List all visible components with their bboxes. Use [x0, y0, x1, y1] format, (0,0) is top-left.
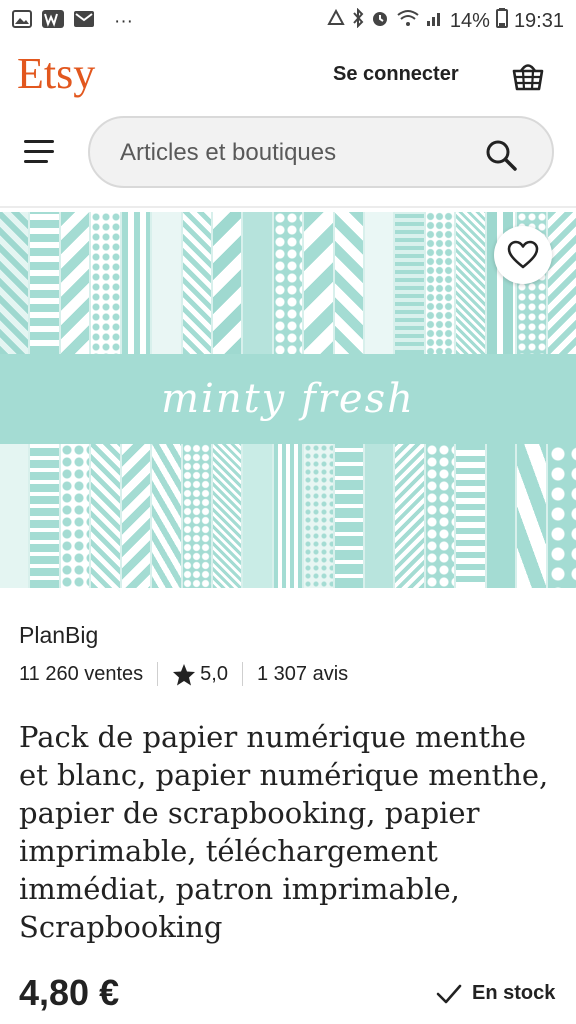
system-status: 14% 19:31	[326, 7, 564, 34]
etsy-logo[interactable]: Etsy	[17, 48, 95, 99]
shop-stats: 11 260 ventes 5,0 1 307 avis	[19, 662, 348, 686]
app-header: Etsy Se connecter	[0, 44, 576, 106]
hero-band: minty fresh	[0, 354, 576, 444]
product-title: Pack de papier numérique menthe et blanc…	[19, 720, 549, 944]
basket-icon[interactable]	[510, 58, 546, 94]
battery-percent: 14%	[449, 9, 490, 32]
band-text: minty fresh	[161, 376, 415, 422]
menu-icon[interactable]	[24, 140, 54, 166]
stock-status: En stock	[436, 982, 555, 1005]
search-bar[interactable]	[88, 116, 554, 188]
stats-divider	[241, 662, 243, 686]
battery-icon	[495, 8, 508, 34]
image-icon	[12, 10, 32, 32]
rating[interactable]: 5,0	[172, 663, 228, 686]
sales-count: 11 260 ventes	[19, 662, 144, 685]
header-divider	[0, 206, 576, 208]
recycle-icon	[326, 8, 346, 33]
search-icon[interactable]	[484, 138, 518, 172]
notification-icons: ···	[12, 10, 133, 32]
stats-divider	[157, 662, 159, 686]
paper-swatches-top	[0, 212, 576, 354]
more-notifications: ···	[114, 10, 133, 32]
search-row	[0, 114, 576, 194]
mail-icon	[74, 11, 94, 31]
wifi-icon	[396, 9, 420, 33]
check-icon	[436, 984, 462, 1003]
signal-icon	[426, 9, 444, 33]
sign-in-link[interactable]: Se connecter	[333, 63, 459, 86]
favorite-button[interactable]	[494, 226, 552, 284]
heart-icon	[507, 240, 539, 269]
star-icon	[173, 663, 196, 685]
clock: 19:31	[513, 9, 564, 32]
bluetooth-icon	[352, 7, 364, 34]
w-icon	[42, 10, 64, 32]
price: 4,80 €	[19, 972, 120, 1013]
alarm-icon	[370, 8, 390, 34]
stock-label: En stock	[472, 982, 556, 1004]
paper-swatches-bottom	[0, 444, 576, 588]
product-image[interactable]: minty fresh	[0, 212, 576, 588]
reviews-count[interactable]: 1 307 avis	[257, 663, 348, 686]
status-bar: ··· 14% 19:31	[0, 0, 576, 42]
search-input[interactable]	[118, 118, 472, 188]
shop-name[interactable]: PlanBig	[19, 622, 98, 649]
rating-value: 5,0	[200, 662, 228, 685]
